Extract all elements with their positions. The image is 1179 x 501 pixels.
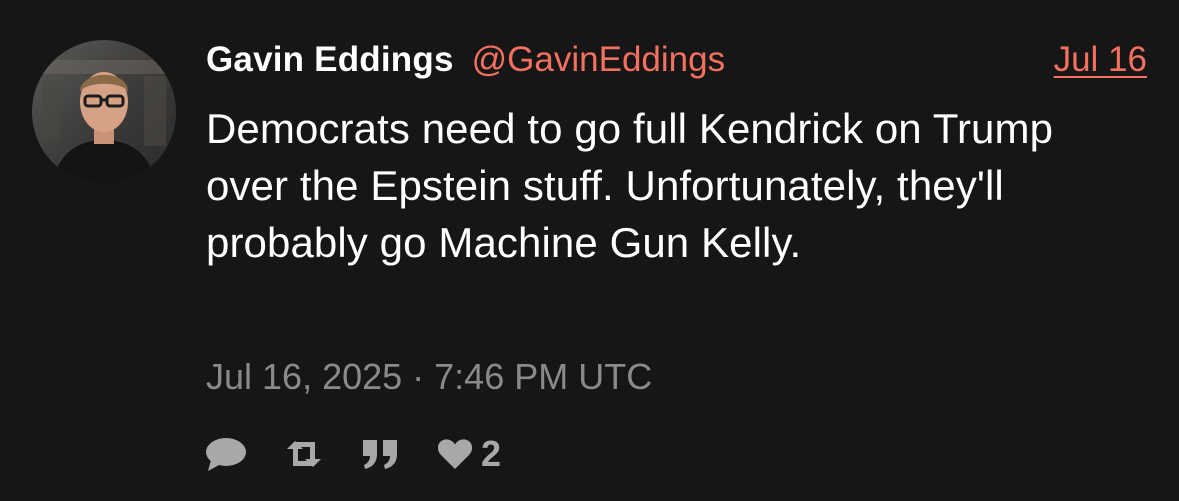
tweet-header: Gavin Eddings @GavinEddings Jul 16 (206, 40, 1147, 84)
tweet-actions: 2 (205, 432, 501, 476)
like-count: 2 (481, 433, 502, 474)
tweet-card: Gavin Eddings @GavinEddings Jul 16 Democ… (0, 0, 1179, 501)
reply-button[interactable] (205, 436, 247, 472)
tweet-date-link[interactable]: Jul 16 (1054, 40, 1147, 80)
retweet-button[interactable] (283, 439, 325, 469)
retweet-icon (287, 441, 321, 467)
avatar[interactable] (32, 40, 176, 184)
quote-icon (363, 440, 397, 469)
author-username[interactable]: @GavinEddings (472, 40, 725, 80)
tweet-timestamp: Jul 16, 2025 · 7:46 PM UTC (206, 356, 653, 397)
heart-icon (437, 439, 473, 469)
author-full-name[interactable]: Gavin Eddings (206, 40, 454, 80)
comment-icon (206, 438, 246, 471)
like-button[interactable]: 2 (437, 433, 501, 475)
avatar-image (32, 40, 176, 184)
quote-button[interactable] (361, 438, 401, 470)
tweet-content: Democrats need to go full Kendrick on Tr… (206, 105, 1054, 266)
